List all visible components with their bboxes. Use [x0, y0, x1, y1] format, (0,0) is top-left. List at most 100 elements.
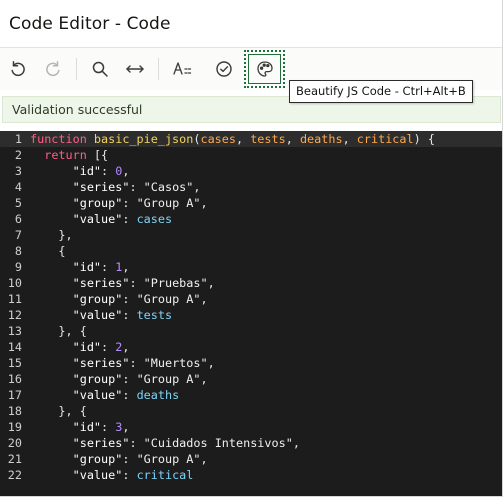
code-line[interactable]: 11 "group": "Group A", — [0, 291, 502, 307]
code-token: "id" — [72, 260, 102, 274]
code-line[interactable]: 1 function basic_pie_json(cases, tests, d… — [0, 131, 502, 147]
code-line[interactable]: 8 { — [0, 243, 502, 259]
toolbar-separator — [243, 58, 244, 80]
code-line[interactable]: 7 }, — [0, 227, 502, 243]
code-token: ) { — [413, 132, 435, 146]
line-number: 13 — [7, 324, 22, 338]
code-token: cases — [136, 212, 173, 226]
code-text: function basic_pie_json(cases, tests, de… — [30, 132, 435, 146]
code-token: , — [193, 180, 201, 194]
code-token: : — [122, 292, 137, 306]
code-token: deaths — [136, 388, 180, 402]
code-token: , — [235, 132, 251, 146]
code-line[interactable]: 13 }, { — [0, 323, 502, 339]
validate-button[interactable] — [207, 53, 241, 85]
code-line[interactable]: 5 "group": "Group A", — [0, 195, 502, 211]
beautify-button[interactable] — [244, 50, 285, 88]
code-line[interactable]: 9 "id": 1, — [0, 259, 502, 275]
code-text: "group": "Group A", — [30, 292, 208, 306]
line-number: 20 — [7, 436, 22, 450]
code-text: "series": "Casos", — [30, 180, 201, 194]
undo-button[interactable] — [1, 53, 35, 85]
code-token: , — [200, 196, 208, 210]
code-token: "Cuidados Intensivos" — [143, 436, 293, 450]
autocomplete-button[interactable] — [166, 53, 200, 85]
find-button[interactable] — [83, 53, 117, 85]
code-text: }, { — [30, 324, 87, 338]
code-line[interactable]: 18 }, { — [0, 403, 502, 419]
toolbar-separator — [158, 58, 159, 80]
code-text: "id": 2, — [30, 340, 130, 354]
line-number: 15 — [7, 356, 22, 370]
code-line[interactable]: 6 "value": cases — [0, 211, 502, 227]
code-token: "id" — [72, 420, 102, 434]
code-token: "series" — [72, 436, 130, 450]
line-number: 19 — [7, 420, 22, 434]
code-token: : — [122, 212, 137, 226]
dialog-title: Code Editor - Code — [9, 13, 171, 34]
code-token: tests — [250, 132, 286, 146]
redo-icon — [44, 60, 62, 78]
code-token: }, { — [30, 324, 87, 338]
code-token: "series" — [72, 180, 130, 194]
line-number: 2 — [14, 148, 22, 162]
code-token: , — [285, 132, 300, 146]
code-token: basic_pie_json — [93, 132, 194, 146]
code-line[interactable]: 21 "group": "Group A", — [0, 451, 502, 467]
code-token: : — [122, 372, 137, 386]
code-line[interactable]: 12 "value": tests — [0, 307, 502, 323]
code-token: "Group A" — [136, 196, 201, 210]
code-text: "id": 3, — [30, 420, 130, 434]
code-line[interactable]: 20 "series": "Cuidados Intensivos", — [0, 435, 502, 451]
code-line[interactable]: 4 "series": "Casos", — [0, 179, 502, 195]
code-line[interactable]: 22 "value": critical — [0, 467, 502, 483]
code-line[interactable]: 10 "series": "Pruebas", — [0, 275, 502, 291]
code-line[interactable]: 14 "id": 2, — [0, 339, 502, 355]
code-token: "series" — [72, 276, 130, 290]
code-line[interactable]: 19 "id": 3, — [0, 419, 502, 435]
code-token: , — [207, 276, 215, 290]
replace-button[interactable] — [118, 53, 152, 85]
code-token: , — [122, 260, 130, 274]
code-token: cases — [200, 132, 236, 146]
code-token: , — [200, 452, 208, 466]
code-line[interactable]: 17 "value": deaths — [0, 387, 502, 403]
code-token: "group" — [72, 196, 123, 210]
code-line[interactable]: 3 "id": 0, — [0, 163, 502, 179]
code-editor[interactable]: 1 function basic_pie_json(cases, tests, d… — [0, 131, 502, 496]
code-token: : — [129, 276, 144, 290]
code-token: }, — [30, 228, 73, 242]
line-number: 21 — [7, 452, 22, 466]
code-text: "series": "Muertos", — [30, 356, 215, 370]
code-token: , — [342, 132, 357, 146]
code-token: [{ — [86, 148, 109, 162]
code-line[interactable]: 16 "group": "Group A", — [0, 371, 502, 387]
code-token: tests — [136, 308, 173, 322]
toolbar-separator — [76, 58, 77, 80]
code-token: }, { — [30, 404, 87, 418]
code-token: "id" — [72, 164, 102, 178]
code-line[interactable]: 2 return [{ — [0, 147, 502, 163]
code-token: "id" — [72, 340, 102, 354]
code-token: , — [122, 340, 130, 354]
code-text: "value": deaths — [30, 388, 180, 402]
code-token: : — [129, 436, 144, 450]
code-token: "Muertos" — [143, 356, 208, 370]
redo-button[interactable] — [36, 53, 70, 85]
code-token: , — [207, 356, 215, 370]
line-number: 16 — [7, 372, 22, 386]
horizontal-arrows-icon — [125, 60, 145, 78]
line-number: 1 — [14, 132, 22, 146]
code-text: "series": "Cuidados Intensivos", — [30, 436, 300, 450]
code-token: : — [101, 164, 116, 178]
code-token: : — [122, 308, 137, 322]
code-line[interactable]: 15 "series": "Muertos", — [0, 355, 502, 371]
palette-icon — [256, 60, 274, 78]
